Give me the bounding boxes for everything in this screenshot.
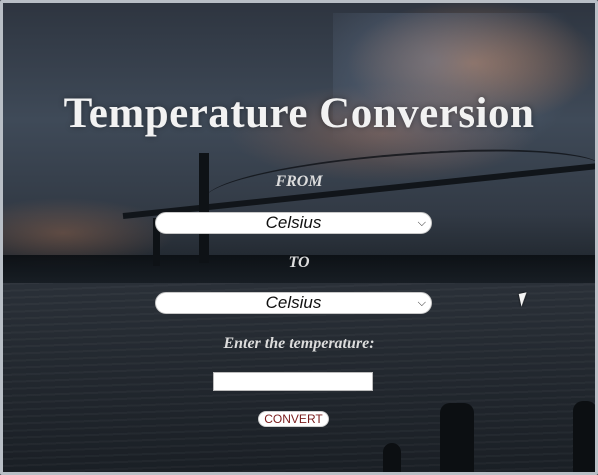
from-label: FROM bbox=[275, 173, 323, 190]
from-unit-select[interactable]: Celsius ⌵ bbox=[155, 212, 432, 234]
chevron-down-icon: ⌵ bbox=[417, 217, 426, 229]
convert-button[interactable]: CONVERT bbox=[258, 411, 329, 427]
app-window: Temperature Conversion FROM Celsius ⌵ TO… bbox=[0, 0, 598, 475]
converter-form: Temperature Conversion FROM Celsius ⌵ TO… bbox=[3, 3, 595, 472]
from-unit-value: Celsius bbox=[265, 213, 322, 232]
to-unit-value: Celsius bbox=[265, 293, 322, 312]
to-unit-select[interactable]: Celsius ⌵ bbox=[155, 292, 432, 314]
temperature-input[interactable] bbox=[213, 372, 373, 391]
temperature-label: Enter the temperature: bbox=[223, 335, 375, 352]
chevron-down-icon: ⌵ bbox=[417, 297, 426, 309]
page-title: Temperature Conversion bbox=[63, 90, 535, 137]
to-label: TO bbox=[288, 254, 310, 271]
